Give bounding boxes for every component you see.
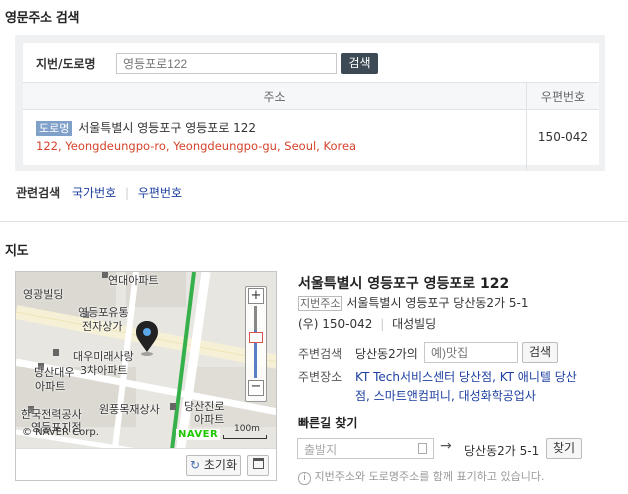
search-input[interactable] (116, 53, 337, 74)
table-row[interactable]: 도로명 서울특별시 영등포구 영등포로 122 (36, 119, 256, 136)
map-label: 아파트 (35, 380, 66, 393)
zoom-handle[interactable] (249, 332, 263, 343)
col-address: 주소 (263, 90, 286, 104)
naver-logo: NAVER (176, 429, 221, 440)
map-scale-label: 100m (234, 424, 260, 434)
korean-address[interactable]: 서울특별시 영등포구 영등포로 122 (78, 121, 256, 135)
directions-title: 빠른길 찾기 (298, 416, 358, 430)
window-icon (252, 458, 264, 469)
nearby-search-button[interactable]: 검색 (522, 342, 558, 363)
nearby-places-line2[interactable]: 점, 스마트앤컴퍼니, 대성화학공업사 (355, 387, 536, 404)
map-label: 3차아파트 (80, 364, 128, 377)
page-title: 영문주소 검색 (5, 11, 80, 26)
refresh-icon: ↻ (189, 458, 201, 472)
road-name-tag: 도로명 (36, 121, 73, 136)
map-label: 연대아파트 (108, 274, 159, 287)
related-label: 관련검색 (16, 186, 61, 200)
nearby-search-input[interactable] (424, 342, 518, 363)
place-zip: (우) 150-042 (298, 317, 373, 331)
directions-destination: 당산동2가 5-1 (464, 444, 540, 458)
address-note: i 지번주소와 도로명주소를 함께 표기하고 있습니다. (298, 468, 545, 485)
nearby-places-label: 주변장소 (298, 370, 343, 384)
separator: | (380, 317, 385, 331)
search-label: 지번/도로명 (36, 57, 96, 71)
separator: | (125, 186, 130, 200)
map-copyright: © NAVER Corp. (22, 427, 99, 438)
map-section-title: 지도 (5, 244, 29, 259)
reset-label: 초기화 (203, 458, 237, 472)
fullscreen-button[interactable] (247, 455, 269, 476)
map-label: 아파트 (194, 413, 225, 426)
info-icon: i (298, 472, 311, 485)
directions-start-field[interactable]: 출발지 (297, 438, 434, 459)
directions-find-button[interactable]: 찾기 (546, 438, 582, 459)
english-address[interactable]: 122, Yeongdeungpo-ro, Yeongdeungpo-gu, S… (36, 139, 356, 153)
nearby-search-label: 주변검색 (298, 347, 343, 361)
zoom-out-button[interactable]: − (248, 380, 264, 396)
jibun-tag: 지번주소 (298, 296, 343, 311)
zoom-in-button[interactable]: + (248, 288, 264, 304)
zip-code-link[interactable]: 우편번호 (138, 186, 182, 200)
address-note-text: 지번주소와 도로명주소를 함께 표기하고 있습니다. (314, 470, 545, 483)
jibun-address-row: 지번주소 서울특별시 영등포구 당산동2가 5-1 (298, 294, 529, 311)
map-view[interactable]: 연대아파트 영광빌딩 영등포유통 전자상가 대우미래사랑 3차아파트 당산대우 … (15, 271, 277, 481)
zip-building-row: (우) 150-042 | 대성빌딩 (298, 315, 436, 332)
nearby-search-prefix: 당산동2가의 (355, 347, 418, 361)
map-label: 전자상가 (82, 320, 123, 333)
map-label: 영광빌딩 (23, 288, 64, 301)
section-divider (0, 221, 628, 222)
place-title: 서울특별시 영등포구 영등포로 122 (298, 276, 510, 292)
address-book-icon[interactable] (418, 443, 427, 454)
jibun-address: 서울특별시 영등포구 당산동2가 5-1 (346, 296, 529, 310)
arrow-right-icon: → (440, 438, 452, 454)
map-scale-bar (223, 435, 267, 439)
country-code-link[interactable]: 국가번호 (72, 186, 116, 200)
building-name: 대성빌딩 (392, 317, 437, 331)
col-zip: 우편번호 (540, 90, 586, 104)
related-search: 관련검색 국가번호 | 우편번호 (16, 184, 182, 201)
nearby-places-line1[interactable]: KT Tech서비스센터 당산점, KT 애니텔 당산 (355, 368, 577, 385)
zip-code: 150-042 (537, 130, 589, 144)
reset-button[interactable]: ↻ 초기화 (186, 455, 241, 476)
search-button[interactable]: 검색 (341, 53, 378, 74)
directions-start-placeholder: 출발지 (304, 443, 338, 457)
map-label: 원풍목재상사 (99, 403, 160, 416)
